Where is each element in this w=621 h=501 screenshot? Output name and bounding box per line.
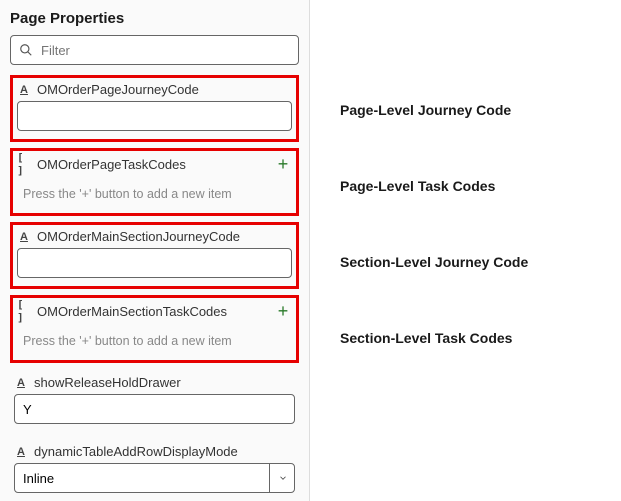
property-label: dynamicTableAddRowDisplayMode <box>34 444 238 459</box>
search-icon <box>19 43 33 57</box>
annotation-area: Page-Level Journey Code Page-Level Task C… <box>310 0 621 501</box>
annotation-label: Section-Level Journey Code <box>340 254 528 270</box>
property-header: AdynamicTableAddRowDisplayMode <box>14 444 295 459</box>
property-OMOrderMainSectionJourneyCode: A OMOrderMainSectionJourneyCode <box>10 222 299 289</box>
filter-box[interactable] <box>10 35 299 65</box>
annotation-label: Section-Level Task Codes <box>340 330 512 346</box>
annotation-label: Page-Level Journey Code <box>340 102 511 118</box>
property-label: showReleaseHoldDrawer <box>34 375 181 390</box>
property-header: [ ] OMOrderMainSectionTaskCodes + <box>17 302 292 320</box>
text-type-icon: A <box>17 83 31 97</box>
property-select-wrap <box>14 463 295 493</box>
property-label: OMOrderMainSectionJourneyCode <box>37 229 240 244</box>
text-type-icon: A <box>17 230 31 244</box>
property-OMOrderMainSectionTaskCodes: [ ] OMOrderMainSectionTaskCodes + Press the… <box>10 295 299 363</box>
array-type-icon: [ ] <box>17 304 31 318</box>
property-input[interactable] <box>17 101 292 131</box>
properties-panel: Page Properties A OMOrderPageJourneyCode [… <box>0 0 310 501</box>
property-dynamicTableAddRowDisplayMode: AdynamicTableAddRowDisplayMode <box>10 438 299 501</box>
property-header: AshowReleaseHoldDrawer <box>14 375 295 390</box>
array-empty-hint: Press the '+' button to add a new item <box>17 324 292 352</box>
add-item-button[interactable]: + <box>274 155 292 173</box>
property-input[interactable] <box>14 394 295 424</box>
property-label: OMOrderPageTaskCodes <box>37 157 186 172</box>
property-header: A OMOrderMainSectionJourneyCode <box>17 229 292 244</box>
text-type-icon: A <box>14 445 28 459</box>
property-showReleaseHoldDrawer: AshowReleaseHoldDrawer <box>10 369 299 432</box>
filter-input[interactable] <box>41 43 290 58</box>
property-header: A OMOrderPageJourneyCode <box>17 82 292 97</box>
property-header: [ ] OMOrderPageTaskCodes + <box>17 155 292 173</box>
property-input[interactable] <box>17 248 292 278</box>
add-item-button[interactable]: + <box>274 302 292 320</box>
array-type-icon: [ ] <box>17 157 31 171</box>
property-label: OMOrderPageJourneyCode <box>37 82 199 97</box>
property-label-row: [ ] OMOrderMainSectionTaskCodes <box>17 304 227 319</box>
property-select[interactable] <box>14 463 295 493</box>
property-label: OMOrderMainSectionTaskCodes <box>37 304 227 319</box>
property-label-row: A OMOrderPageJourneyCode <box>17 82 199 97</box>
property-OMOrderPageJourneyCode: A OMOrderPageJourneyCode <box>10 75 299 142</box>
property-OMOrderPageTaskCodes: [ ] OMOrderPageTaskCodes + Press the '+' bu… <box>10 148 299 216</box>
property-label-row: A OMOrderMainSectionJourneyCode <box>17 229 240 244</box>
property-label-row: AdynamicTableAddRowDisplayMode <box>14 444 238 459</box>
property-label-row: AshowReleaseHoldDrawer <box>14 375 181 390</box>
text-type-icon: A <box>14 376 28 390</box>
annotation-label: Page-Level Task Codes <box>340 178 495 194</box>
array-empty-hint: Press the '+' button to add a new item <box>17 177 292 205</box>
panel-title: Page Properties <box>10 10 299 27</box>
property-label-row: [ ] OMOrderPageTaskCodes <box>17 157 186 172</box>
